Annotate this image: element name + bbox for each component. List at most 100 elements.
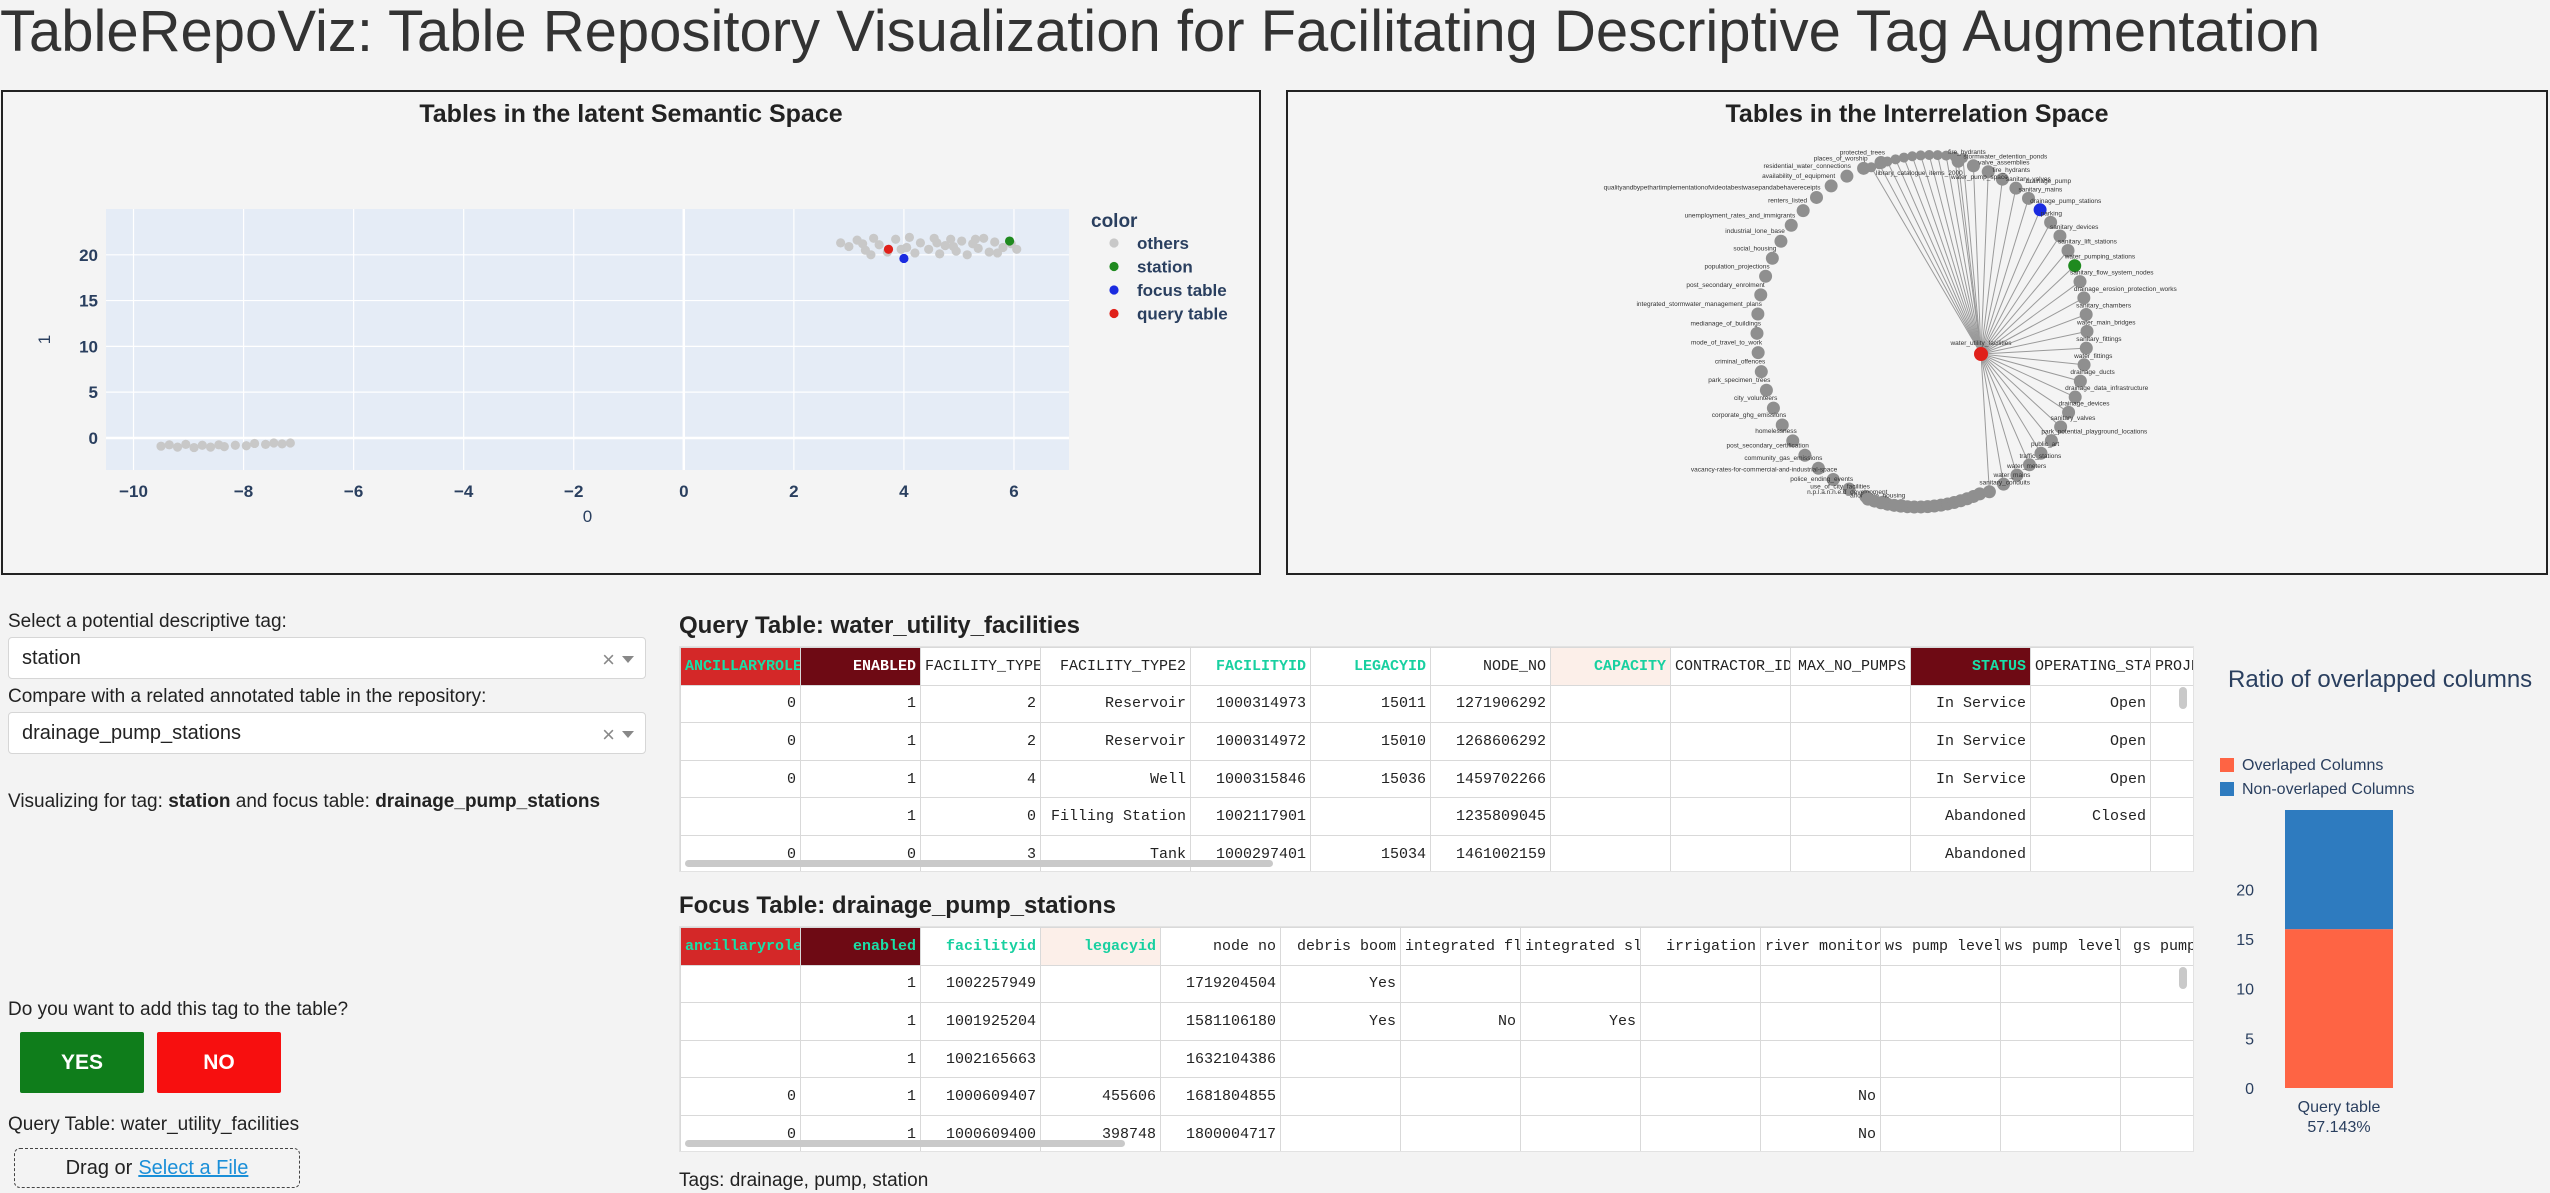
table-cell[interactable] (1670, 684, 1791, 724)
column-header[interactable]: OPERATING_STATUS (2030, 647, 2151, 686)
interrelation-graph[interactable]: protected_treesplaces_of_worshipresident… (1288, 92, 2546, 573)
table-cell[interactable]: 1719204504 (1160, 964, 1281, 1004)
table-cell[interactable] (1400, 1077, 1521, 1116)
table-cell[interactable]: 1581106180 (1160, 1002, 1281, 1041)
table-row[interactable]: 1 0 Filling Station 1002117901 1235809045 Aba… (680, 797, 2193, 836)
table-row[interactable]: 0 1 2 Reservoir 1000314972 15010 1268606292 In … (680, 722, 2193, 761)
table-cell[interactable] (1550, 722, 1671, 761)
table-row[interactable]: 1 1002165663 1632104386 (680, 1039, 2193, 1079)
table-cell[interactable]: Reservoir (1040, 722, 1191, 761)
table-cell[interactable] (1790, 759, 1911, 799)
table-cell[interactable]: 1459702266 (1430, 759, 1551, 799)
table-cell[interactable] (1400, 1039, 1521, 1079)
table-cell[interactable]: Well (1040, 759, 1191, 799)
compare-chevron-down-icon[interactable] (622, 731, 634, 738)
table-cell[interactable] (1790, 797, 1911, 836)
table-cell[interactable] (2000, 1039, 2121, 1079)
table-cell[interactable] (1280, 1114, 1401, 1151)
table-cell[interactable]: 1461002159 (1430, 834, 1551, 871)
column-header[interactable]: NODE_NO (1430, 647, 1551, 686)
table-cell[interactable]: 15011 (1310, 684, 1431, 724)
tag-chevron-down-icon[interactable] (622, 656, 634, 663)
table-cell[interactable]: 1002117901 (1190, 797, 1311, 836)
table-cell[interactable] (1400, 964, 1521, 1004)
table-cell[interactable] (1550, 797, 1671, 836)
table-cell[interactable] (2120, 1039, 2193, 1079)
table-cell[interactable]: 1000315846 (1190, 759, 1311, 799)
table-cell[interactable]: Yes (1280, 1002, 1401, 1041)
column-header[interactable]: FACILITYID (1190, 647, 1311, 686)
table-cell[interactable] (680, 964, 801, 1004)
table-cell[interactable]: No (1760, 1077, 1881, 1116)
table-cell[interactable]: 1235809045 (1430, 797, 1551, 836)
column-header[interactable]: integrated flow (1400, 927, 1521, 966)
column-header[interactable]: legacyid (1040, 927, 1161, 966)
table-cell[interactable] (1880, 1114, 2001, 1151)
table-cell[interactable] (1880, 1039, 2001, 1079)
table-cell[interactable]: No (1760, 1114, 1881, 1151)
file-upload-zone[interactable]: Drag or Select a File (14, 1148, 300, 1188)
column-header[interactable]: STATUS (1910, 647, 2031, 686)
table-cell[interactable] (2150, 759, 2193, 799)
table-cell[interactable] (2150, 797, 2193, 836)
column-header[interactable]: ws pump level (2000, 927, 2121, 966)
table-cell[interactable]: 455606 (1040, 1077, 1161, 1116)
compare-dropdown[interactable]: drainage_pump_stations × (8, 712, 646, 754)
table-cell[interactable]: 15010 (1310, 722, 1431, 761)
table-cell[interactable] (1670, 759, 1791, 799)
table-cell[interactable]: Yes (1280, 964, 1401, 1004)
table-cell[interactable] (1640, 1002, 1761, 1041)
table-cell[interactable]: Open (2030, 684, 2151, 724)
table-cell[interactable] (1310, 797, 1431, 836)
table-cell[interactable] (1790, 834, 1911, 871)
column-header[interactable]: FACILITY_TYPE (920, 647, 1041, 686)
column-header[interactable]: gs pump (2120, 927, 2193, 966)
no-button[interactable]: NO (157, 1032, 281, 1093)
table-cell[interactable] (2030, 834, 2151, 871)
table-cell[interactable]: 1 (800, 759, 921, 799)
table-cell[interactable]: 1000609407 (920, 1077, 1041, 1116)
column-header[interactable]: river monitor (1760, 927, 1881, 966)
table-cell[interactable]: Abandoned (1910, 797, 2031, 836)
column-header[interactable]: MAX_NO_PUMPS (1790, 647, 1911, 686)
table-cell[interactable]: Open (2030, 759, 2151, 799)
select-file-link[interactable]: Select a File (138, 1157, 248, 1180)
table-cell[interactable]: 1271906292 (1430, 684, 1551, 724)
table-cell[interactable]: Open (2030, 722, 2151, 761)
ratio-bar-chart[interactable]: Overlaped Columns Non-overlaped Columns 0 5… (2208, 700, 2548, 1160)
table-cell[interactable] (1550, 834, 1671, 871)
column-header[interactable]: integrated sluice (1520, 927, 1641, 966)
table-cell[interactable] (680, 1002, 801, 1041)
table-row[interactable]: 0 1 1000609407 455606 1681804855 No (680, 1077, 2193, 1116)
table-row[interactable]: 0 1 2 Reservoir 1000314973 15011 1271906292 In … (680, 684, 2193, 724)
table-cell[interactable]: Reservoir (1040, 684, 1191, 724)
table-cell[interactable] (680, 1039, 801, 1079)
table-cell[interactable] (1670, 834, 1791, 871)
table-cell[interactable] (1760, 1002, 1881, 1041)
table-cell[interactable]: In Service (1910, 759, 2031, 799)
column-header[interactable]: ws pump level (1880, 927, 2001, 966)
table-cell[interactable]: 4 (920, 759, 1041, 799)
table-cell[interactable]: In Service (1910, 722, 2031, 761)
table-cell[interactable] (1280, 1039, 1401, 1079)
table-cell[interactable] (1040, 964, 1161, 1004)
table-cell[interactable]: 1000314972 (1190, 722, 1311, 761)
table-cell[interactable] (1400, 1114, 1521, 1151)
column-header[interactable]: node no (1160, 927, 1281, 966)
table-cell[interactable] (680, 797, 801, 836)
column-header[interactable]: irrigation (1640, 927, 1761, 966)
table-cell[interactable]: 0 (680, 759, 801, 799)
table-cell[interactable] (1640, 1114, 1761, 1151)
table-cell[interactable]: 15036 (1310, 759, 1431, 799)
table-cell[interactable] (2150, 834, 2193, 871)
table-cell[interactable]: 1800004717 (1160, 1114, 1281, 1151)
table-cell[interactable]: 2 (920, 722, 1041, 761)
table-cell[interactable]: 0 (680, 684, 801, 724)
table-cell[interactable] (1760, 1039, 1881, 1079)
table-cell[interactable] (1520, 964, 1641, 1004)
table-cell[interactable]: 1001925204 (920, 1002, 1041, 1041)
column-header[interactable]: CONTRACTOR_ID (1670, 647, 1791, 686)
table-cell[interactable] (1670, 722, 1791, 761)
table-cell[interactable] (2150, 684, 2193, 724)
table-cell[interactable] (1880, 1077, 2001, 1116)
